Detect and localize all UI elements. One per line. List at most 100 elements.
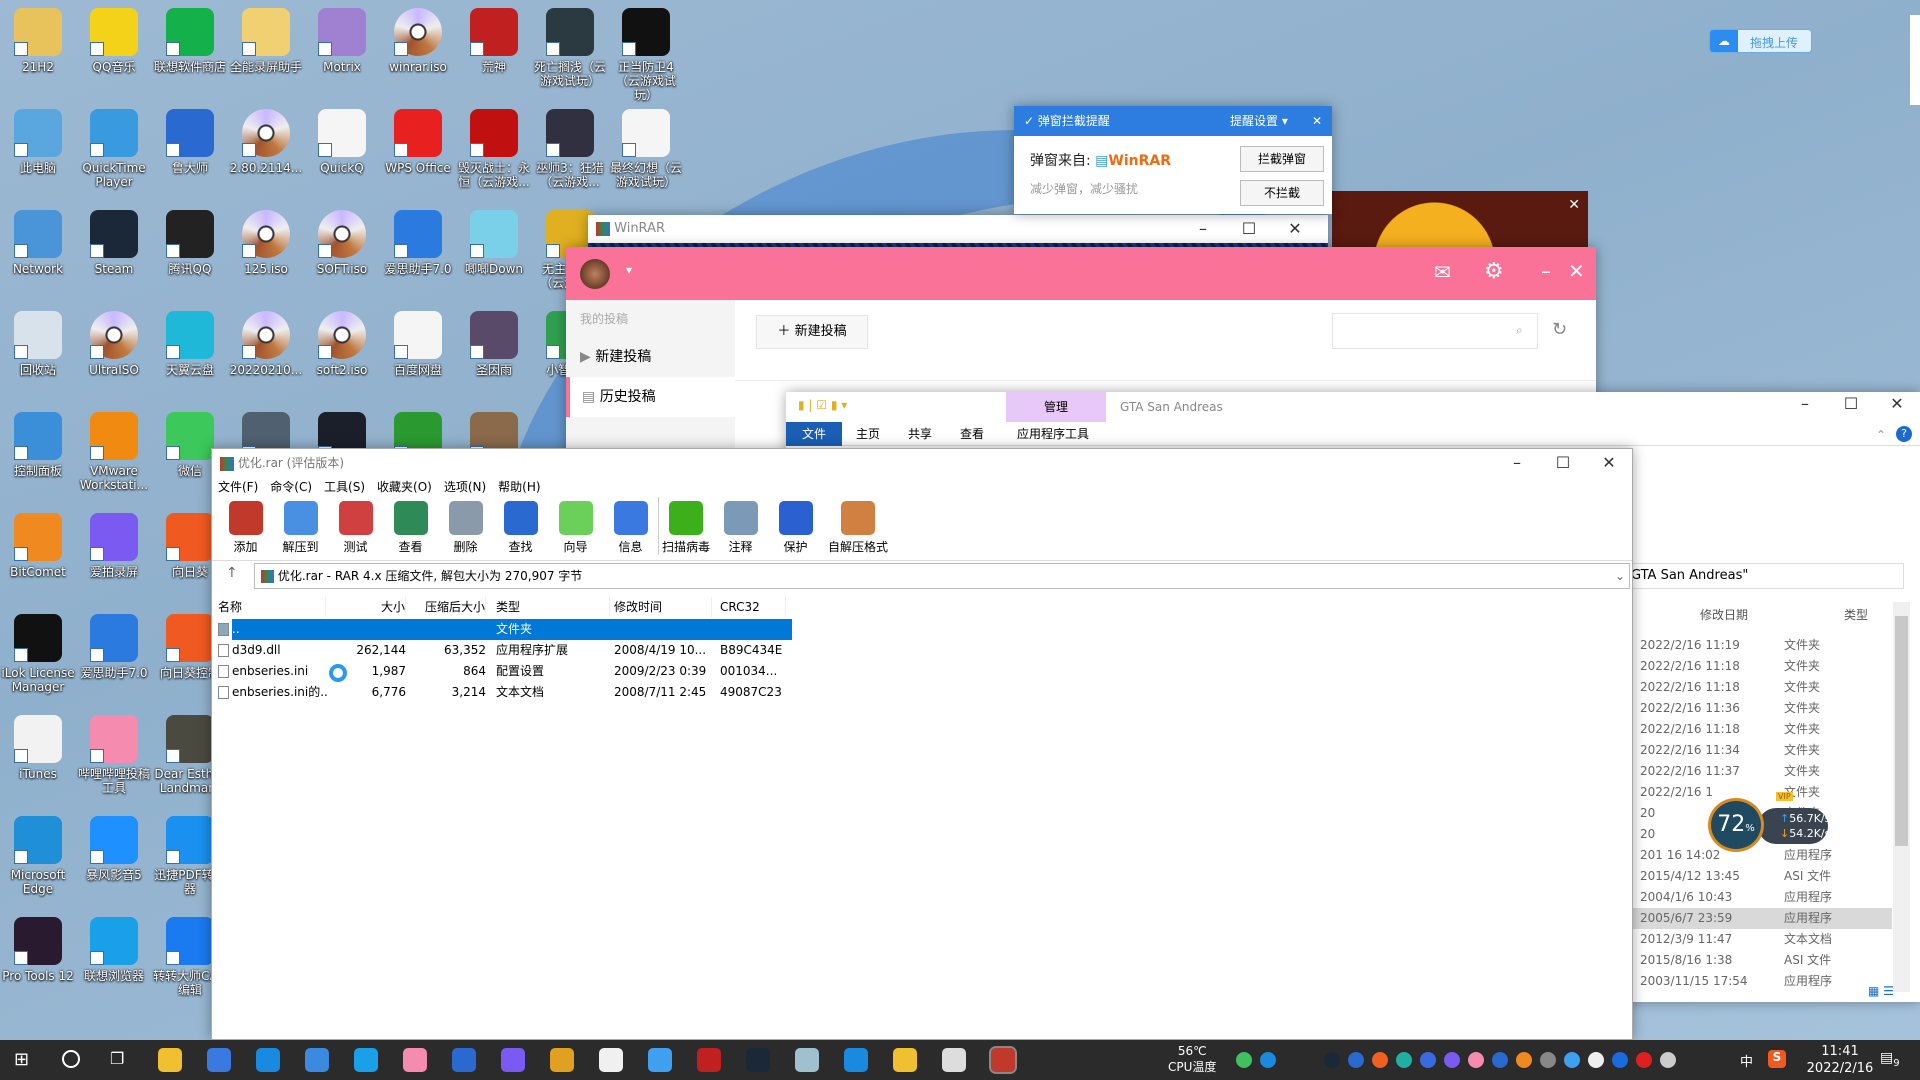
close-icon[interactable]: ✕ [1568, 197, 1580, 213]
reminder-settings-dropdown[interactable]: 提醒设置 ▾ [1230, 106, 1288, 136]
mail-icon[interactable]: ✉ [1434, 260, 1451, 284]
toolbar-button[interactable]: 注释 [713, 497, 768, 555]
taskbar-chrome-icon[interactable] [550, 1048, 574, 1072]
ribbon-tab[interactable]: 文件 [786, 422, 842, 446]
desktop-icon[interactable]: 21H2 [0, 8, 76, 74]
taskbar-aipai-icon[interactable] [501, 1048, 525, 1072]
tray-icon[interactable] [1348, 1052, 1364, 1068]
desktop-icon[interactable]: 哔哩哔哩投稿工具 [76, 715, 152, 795]
baidu-upload-button[interactable]: ☁ 拖拽上传 [1709, 29, 1812, 53]
avatar[interactable] [580, 259, 610, 289]
close-button[interactable]: ✕ [1586, 449, 1632, 477]
taskbar-feather-icon[interactable] [844, 1048, 868, 1072]
desktop-icon[interactable]: UltraISO [76, 311, 152, 377]
toolbar-button[interactable]: 自解压格式 [823, 497, 893, 555]
desktop-icon[interactable]: 圣因雨 [456, 311, 532, 377]
search-input[interactable] [1332, 313, 1538, 349]
desktop-icon[interactable]: QQ音乐 [76, 8, 152, 74]
account-dropdown-icon[interactable]: ▾ [626, 263, 632, 277]
task-view-button[interactable]: ❐ [110, 1049, 124, 1068]
desktop-icon[interactable]: SOFT.iso [304, 210, 380, 276]
tray-icon[interactable] [1468, 1052, 1484, 1068]
taskbar-media-icon[interactable] [893, 1048, 917, 1072]
desktop-icon[interactable]: 最终幻想（云游戏试玩） [608, 109, 684, 189]
taskbar-game-icon[interactable] [697, 1048, 721, 1072]
tray-icon[interactable] [1444, 1052, 1460, 1068]
desktop-icon[interactable]: iLok License Manager [0, 614, 76, 694]
taskbar-notepad-icon[interactable] [795, 1048, 819, 1072]
desktop-icon[interactable]: winrar.iso [380, 8, 456, 74]
desktop-icon[interactable]: Network [0, 210, 76, 276]
tray-icon[interactable] [1636, 1052, 1652, 1068]
desktop-icon[interactable]: 回收站 [0, 311, 76, 377]
close-icon[interactable]: ✕ [1312, 106, 1322, 136]
desktop-icon[interactable]: 荒神 [456, 8, 532, 74]
tray-icon[interactable] [1372, 1052, 1388, 1068]
notification-center[interactable]: ▤9 [1880, 1050, 1900, 1069]
desktop-icon[interactable]: Steam [76, 210, 152, 276]
taskbar-bilibili-icon[interactable] [403, 1048, 427, 1072]
desktop-icon[interactable]: 爱思助手7.0 [380, 210, 456, 276]
toolbar-button[interactable]: 添加 [218, 497, 273, 555]
tray-icon[interactable] [1564, 1052, 1580, 1068]
refresh-icon[interactable]: ↻ [1552, 319, 1567, 340]
search-icon[interactable]: ⌕ [1516, 323, 1523, 338]
menu-item[interactable]: 命令(C) [270, 480, 312, 494]
toolbar-button[interactable]: 保护 [768, 497, 823, 555]
toolbar-button[interactable]: 删除 [438, 497, 493, 555]
desktop-icon[interactable]: 爱思助手7.0 [76, 614, 152, 680]
desktop-icon[interactable]: QuickTime Player [76, 109, 152, 189]
desktop-icon[interactable]: 爱拍录屏 [76, 513, 152, 579]
tray-icon[interactable] [1236, 1052, 1252, 1068]
toolbar-button[interactable]: 查找 [493, 497, 548, 555]
taskbar-browser-2345-icon[interactable] [354, 1048, 378, 1072]
desktop-icon[interactable]: Microsoft Edge [0, 816, 76, 896]
desktop-icon[interactable]: iTunes [0, 715, 76, 781]
column-header[interactable]: CRC32 [720, 597, 786, 617]
tray-icon[interactable] [1324, 1052, 1340, 1068]
desktop-icon[interactable]: 全能录屏助手 [228, 8, 304, 74]
desktop-icon[interactable]: soft2.iso [304, 311, 380, 377]
column-type[interactable]: 类型 [1844, 606, 1868, 623]
archive-path-bar[interactable]: 优化.rar - RAR 4.x 压缩文件, 解包大小为 270,907 字节 … [254, 563, 1630, 589]
help-icon[interactable]: ? [1896, 426, 1912, 442]
tray-icon[interactable] [1420, 1052, 1436, 1068]
column-date[interactable]: 修改日期 [1700, 606, 1748, 623]
column-header[interactable]: 类型 [496, 597, 610, 617]
taskbar-baidu-netdisk-icon[interactable] [648, 1048, 672, 1072]
toolbar-button[interactable]: 信息 [603, 497, 658, 555]
archive-file-row[interactable]: d3d9.dll 262,144 63,352 应用程序扩展 2008/4/19 10.… [212, 640, 792, 661]
desktop-icon[interactable]: QuickQ [304, 109, 380, 175]
column-header[interactable]: 修改时间 [614, 597, 712, 617]
archive-file-row[interactable]: .. 文件夹 [212, 619, 792, 640]
desktop-icon[interactable]: 20220210... [228, 311, 304, 377]
taskbar-file-explorer-icon[interactable] [158, 1048, 182, 1072]
close-button[interactable]: ✕ [1272, 215, 1318, 243]
desktop-icon[interactable]: 鲁大师 [152, 109, 228, 175]
toolbar-button[interactable]: 查看 [383, 497, 438, 555]
close-button[interactable]: ✕ [1568, 259, 1585, 283]
tray-icon[interactable] [1588, 1052, 1604, 1068]
minimize-button[interactable]: – [1541, 259, 1551, 283]
menu-item[interactable]: 文件(F) [218, 480, 258, 494]
desktop-icon[interactable]: 2.80.2114... [228, 109, 304, 175]
menu-item[interactable]: 收藏夹(O) [377, 480, 432, 494]
taskbar-app-icon[interactable] [256, 1048, 280, 1072]
network-speed-widget[interactable]: ↑56.7K/s ↓54.2K/s 72% VIP [1708, 792, 1830, 852]
desktop-icon[interactable]: 正当防卫4（云游戏试玩） [608, 8, 684, 102]
clock[interactable]: 11:41 2022/2/16 [1800, 1043, 1880, 1077]
desktop-icon[interactable]: 联想浏览器 [76, 917, 152, 983]
start-button[interactable]: ⊞ [14, 1049, 29, 1070]
menu-item[interactable]: 选项(N) [444, 480, 486, 494]
nav-history-submission[interactable]: ▤ 历史投稿 [566, 377, 735, 417]
ribbon-tab[interactable]: 应用程序工具 [1000, 422, 1106, 446]
taskbar-quickq-icon[interactable] [599, 1048, 623, 1072]
menu-item[interactable]: 工具(S) [324, 480, 365, 494]
ribbon-tab[interactable]: 查看 [946, 422, 998, 446]
maximize-button[interactable]: ☐ [1540, 449, 1586, 477]
nav-new-submission[interactable]: ▶ 新建投稿 [566, 337, 735, 377]
up-folder-button[interactable]: ↑ [226, 565, 238, 581]
taskbar-i4-icon[interactable] [452, 1048, 476, 1072]
close-button[interactable]: ✕ [1874, 394, 1920, 413]
tray-icon[interactable] [1540, 1052, 1556, 1068]
